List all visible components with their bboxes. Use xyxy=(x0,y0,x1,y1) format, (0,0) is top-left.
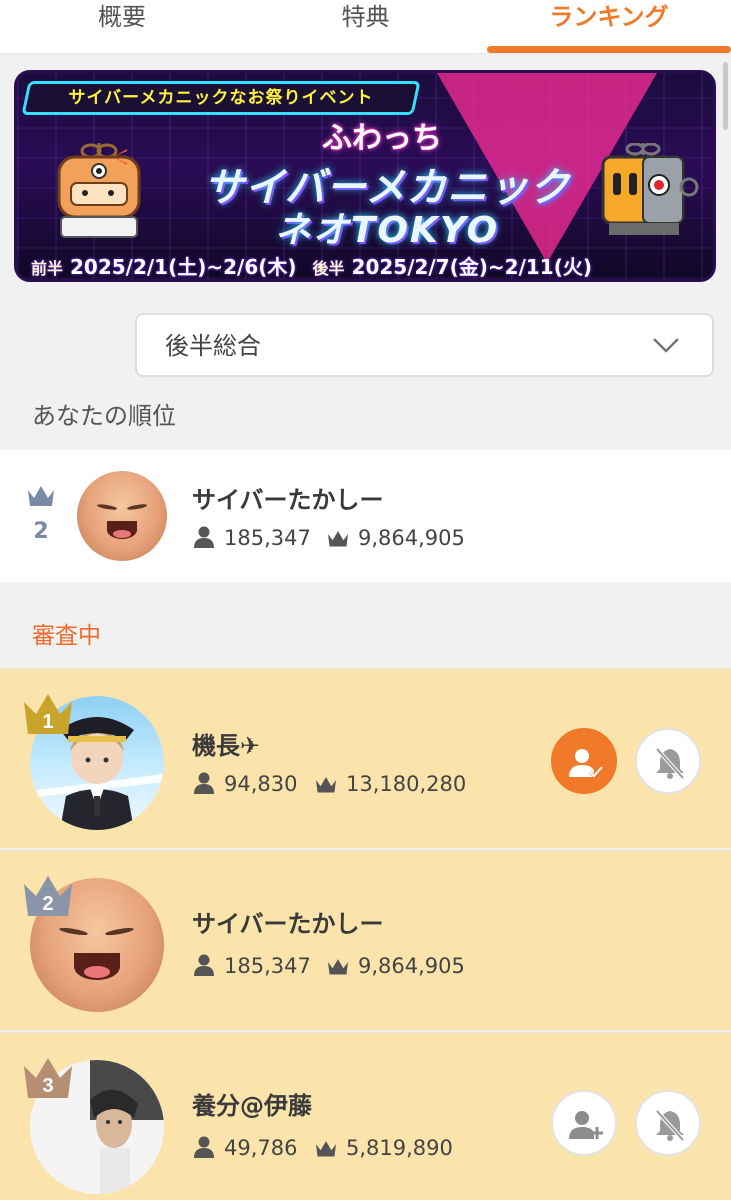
person-icon xyxy=(194,1136,214,1158)
rank-2-points: 9,864,905 xyxy=(326,954,465,978)
rank-2-followers: 185,347 xyxy=(192,954,311,978)
rank-3-points: 5,819,890 xyxy=(314,1136,453,1160)
first-half-dates: 2025/2/1(土)~2/6(木) xyxy=(69,255,297,279)
active-tab-indicator xyxy=(487,46,731,53)
notification-off-button[interactable] xyxy=(635,728,701,794)
my-points: 9,864,905 xyxy=(326,526,465,550)
rank-1-crown-badge: 1 xyxy=(24,694,72,734)
ranking-period-value: 後半総合 xyxy=(165,332,261,360)
my-rank-card[interactable]: 2 サイバーたかしー 185,347 9,864,905 xyxy=(0,450,731,582)
chevron-down-icon xyxy=(653,338,679,353)
tab-overview[interactable]: 概要 xyxy=(0,0,244,54)
crown-icon xyxy=(316,1141,336,1157)
rank-3-followers-count: 49,786 xyxy=(224,1136,298,1160)
banner-brand: ふわっち xyxy=(322,121,442,156)
ranking-row-3[interactable]: 3 養分@伊藤 49,786 5,819,890 xyxy=(0,1032,731,1200)
banner-event-bar: サイバーメカニックなお祭りイベント xyxy=(21,81,421,115)
my-points-count: 9,864,905 xyxy=(358,526,465,550)
second-half-dates: 2025/2/7(金)~2/11(火) xyxy=(351,255,593,279)
your-rank-heading: あなたの順位 xyxy=(32,402,176,430)
bell-off-icon xyxy=(655,1109,685,1142)
tab-rewards[interactable]: 特典 xyxy=(244,0,487,54)
person-icon xyxy=(194,526,214,548)
my-followers-count: 185,347 xyxy=(224,526,311,550)
mascot-left-icon xyxy=(51,143,147,243)
person-icon xyxy=(194,772,214,794)
rank-2-username: サイバーたかしー xyxy=(192,910,384,938)
person-icon xyxy=(194,954,214,976)
notification-off-button[interactable] xyxy=(635,1090,701,1156)
rank-3-number: 3 xyxy=(42,1075,53,1097)
crown-icon xyxy=(328,531,348,547)
rank-2-crown-badge: 2 xyxy=(24,876,72,916)
user-plus-icon xyxy=(569,1111,603,1139)
rank-1-number: 1 xyxy=(42,711,53,733)
second-half-label: 後半 xyxy=(312,259,345,278)
rank-3-points-count: 5,819,890 xyxy=(346,1136,453,1160)
rank-3-followers: 49,786 xyxy=(192,1136,297,1160)
tab-bar: 概要 特典 ランキング xyxy=(0,0,731,54)
rank-1-username: 機長✈ xyxy=(192,732,261,760)
my-rank-number: 2 xyxy=(33,519,49,544)
rank-2-points-count: 9,864,905 xyxy=(358,954,465,978)
rank-1-points-count: 13,180,280 xyxy=(346,772,467,796)
rank-3-crown-badge: 3 xyxy=(24,1058,72,1098)
follow-button[interactable] xyxy=(551,1090,617,1156)
scrollbar[interactable] xyxy=(723,62,728,130)
banner-event-text: サイバーメカニックなお祭りイベント xyxy=(68,88,374,108)
following-button[interactable] xyxy=(551,728,617,794)
my-username: サイバーたかしー xyxy=(192,486,384,514)
banner-title-line2: ネオTOKYO xyxy=(274,210,500,251)
rank-1-followers-count: 94,830 xyxy=(224,772,298,796)
crown-icon xyxy=(316,777,336,793)
ranking-row-2[interactable]: 2 サイバーたかしー 185,347 9,864,905 xyxy=(0,850,731,1030)
mascot-right-icon xyxy=(599,142,699,243)
crown-icon xyxy=(28,486,54,506)
rank-2-followers-count: 185,347 xyxy=(224,954,311,978)
ranking-row-1[interactable]: 1 機長✈ 94,830 13,180,280 xyxy=(0,668,731,848)
banner-dates: 前半 2025/2/1(土)~2/6(木) 後半 2025/2/7(金)~2/11… xyxy=(31,251,711,279)
user-check-icon xyxy=(569,749,604,779)
first-half-label: 前半 xyxy=(31,259,64,278)
bell-off-icon xyxy=(655,747,685,780)
my-followers: 185,347 xyxy=(192,526,311,550)
under-review-label: 審査中 xyxy=(32,623,101,649)
event-banner[interactable]: サイバーメカニックなお祭りイベント ふわっち サイバーメカニック ネオTOKYO xyxy=(14,70,716,282)
rank-3-username: 養分@伊藤 xyxy=(192,1092,312,1120)
rank-1-points: 13,180,280 xyxy=(314,772,466,796)
crown-icon xyxy=(328,959,348,975)
ranking-period-select[interactable]: 後半総合 xyxy=(135,313,714,377)
rank-1-followers: 94,830 xyxy=(192,772,297,796)
rank-2-number: 2 xyxy=(42,893,53,915)
my-avatar[interactable] xyxy=(77,471,167,561)
